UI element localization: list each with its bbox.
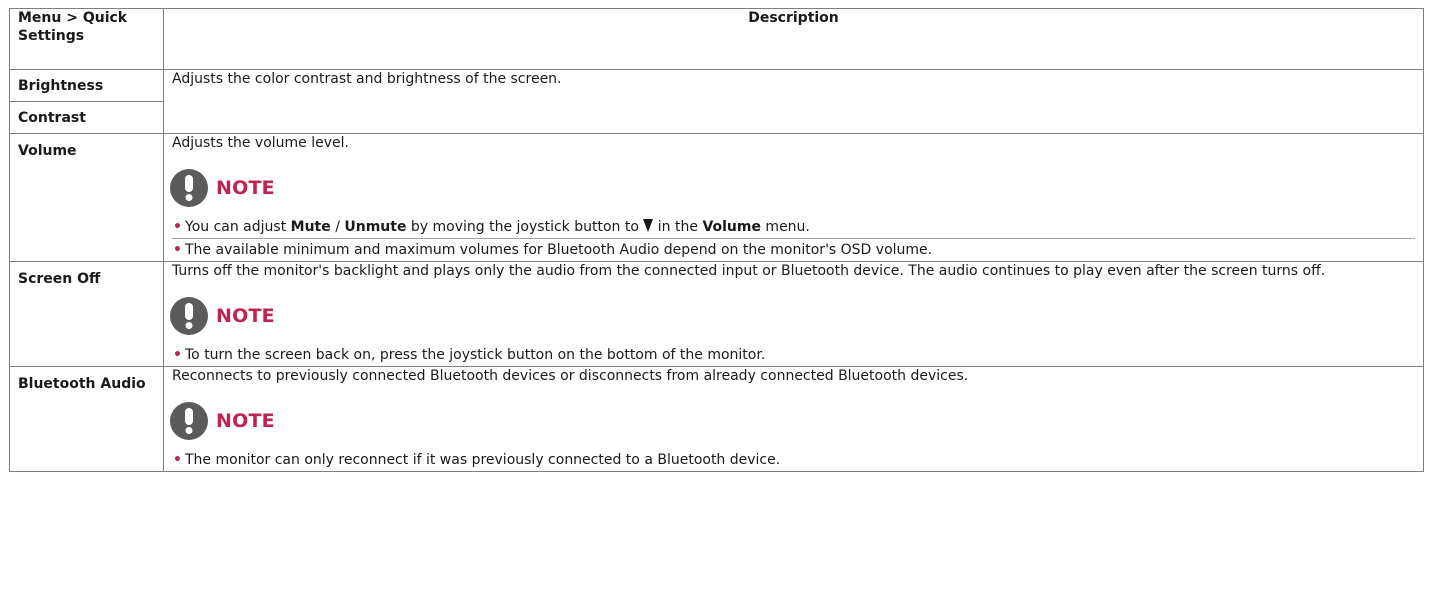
quick-settings-table: Menu > Quick Settings Description Bright… (9, 8, 1424, 472)
list-item: • You can adjust Mute / Unmute by moving… (172, 216, 1415, 239)
note-list: • You can adjust Mute / Unmute by moving… (172, 216, 1415, 261)
note-title: NOTE (216, 177, 275, 199)
list-item: • The available minimum and maximum volu… (172, 239, 1415, 261)
note-heading: NOTE (170, 402, 1415, 440)
manual-page: Menu > Quick Settings Description Bright… (0, 0, 1432, 611)
header-menu-quick-settings: Menu > Quick Settings (9, 8, 164, 70)
row-label-brightness: Brightness (9, 69, 164, 102)
bullet-dot: • (173, 452, 182, 468)
note-heading: NOTE (170, 169, 1415, 207)
note-text: You can adjust (185, 219, 291, 235)
table-row-bluetooth-audio: Bluetooth Audio Reconnects to previously… (9, 366, 1424, 472)
volume-description: Adjusts the volume level. (172, 135, 349, 151)
note-text: To turn the screen back on, press the jo… (185, 347, 766, 363)
volume-menu-term: Volume (702, 219, 761, 235)
list-item: • To turn the screen back on, press the … (172, 344, 1415, 366)
exclamation-icon (170, 297, 208, 335)
note-title: NOTE (216, 410, 275, 432)
exclamation-icon (170, 169, 208, 207)
bullet-dot: • (173, 219, 182, 235)
note-list: • The monitor can only reconnect if it w… (172, 449, 1415, 471)
note-text: in the (653, 219, 703, 235)
note-text: menu. (760, 219, 810, 235)
unmute-term: Unmute (344, 219, 407, 235)
screen-off-description-cell: Turns off the monitor's backlight and pl… (163, 261, 1424, 367)
header-description: Description (163, 8, 1424, 70)
note-title: NOTE (216, 305, 275, 327)
note-text: / (330, 219, 345, 235)
bluetooth-audio-description: Reconnects to previously connected Bluet… (172, 368, 969, 384)
list-item: • The monitor can only reconnect if it w… (172, 449, 1415, 471)
note-heading: NOTE (170, 297, 1415, 335)
bluetooth-audio-description-cell: Reconnects to previously connected Bluet… (163, 366, 1424, 472)
bullet-dot: • (173, 242, 182, 258)
note-list: • To turn the screen back on, press the … (172, 344, 1415, 366)
mute-term: Mute (290, 219, 331, 235)
row-label-contrast: Contrast (9, 101, 164, 134)
note-text: The monitor can only reconnect if it was… (185, 452, 781, 468)
table-header-row: Menu > Quick Settings Description (9, 8, 1424, 70)
note-text: The available minimum and maximum volume… (185, 242, 933, 258)
row-label-volume: Volume (9, 133, 164, 262)
table-row-brightness: Brightness Adjusts the color contrast an… (9, 69, 1424, 134)
note-text: by moving the joystick button to (406, 219, 644, 235)
row-label-bluetooth-audio: Bluetooth Audio (9, 366, 164, 472)
volume-description-cell: Adjusts the volume level. NOTE • You can… (163, 133, 1424, 262)
down-triangle-icon (643, 219, 654, 235)
table-row-screen-off: Screen Off Turns off the monitor's backl… (9, 261, 1424, 367)
row-label-screen-off: Screen Off (9, 261, 164, 367)
exclamation-icon (170, 402, 208, 440)
brightness-contrast-description: Adjusts the color contrast and brightnes… (163, 69, 1424, 134)
screen-off-description: Turns off the monitor's backlight and pl… (172, 263, 1326, 279)
bullet-dot: • (173, 347, 182, 363)
table-row-volume: Volume Adjusts the volume level. NOTE • … (9, 133, 1424, 262)
